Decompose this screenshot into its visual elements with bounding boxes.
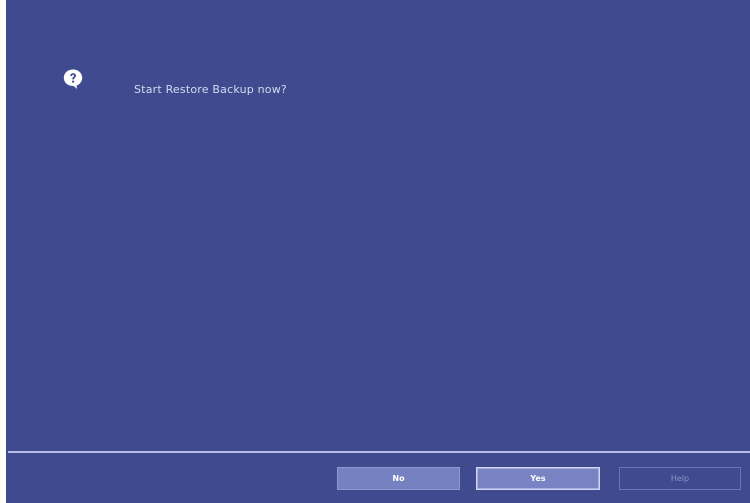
confirmation-dialog: Start Restore Backup now? No Yes Help: [6, 0, 750, 503]
help-button[interactable]: Help: [619, 467, 741, 490]
no-button[interactable]: No: [337, 467, 460, 490]
divider: [8, 451, 750, 453]
dialog-message: Start Restore Backup now?: [134, 83, 287, 96]
yes-button[interactable]: Yes: [476, 467, 600, 490]
question-bubble-icon: [63, 69, 83, 89]
